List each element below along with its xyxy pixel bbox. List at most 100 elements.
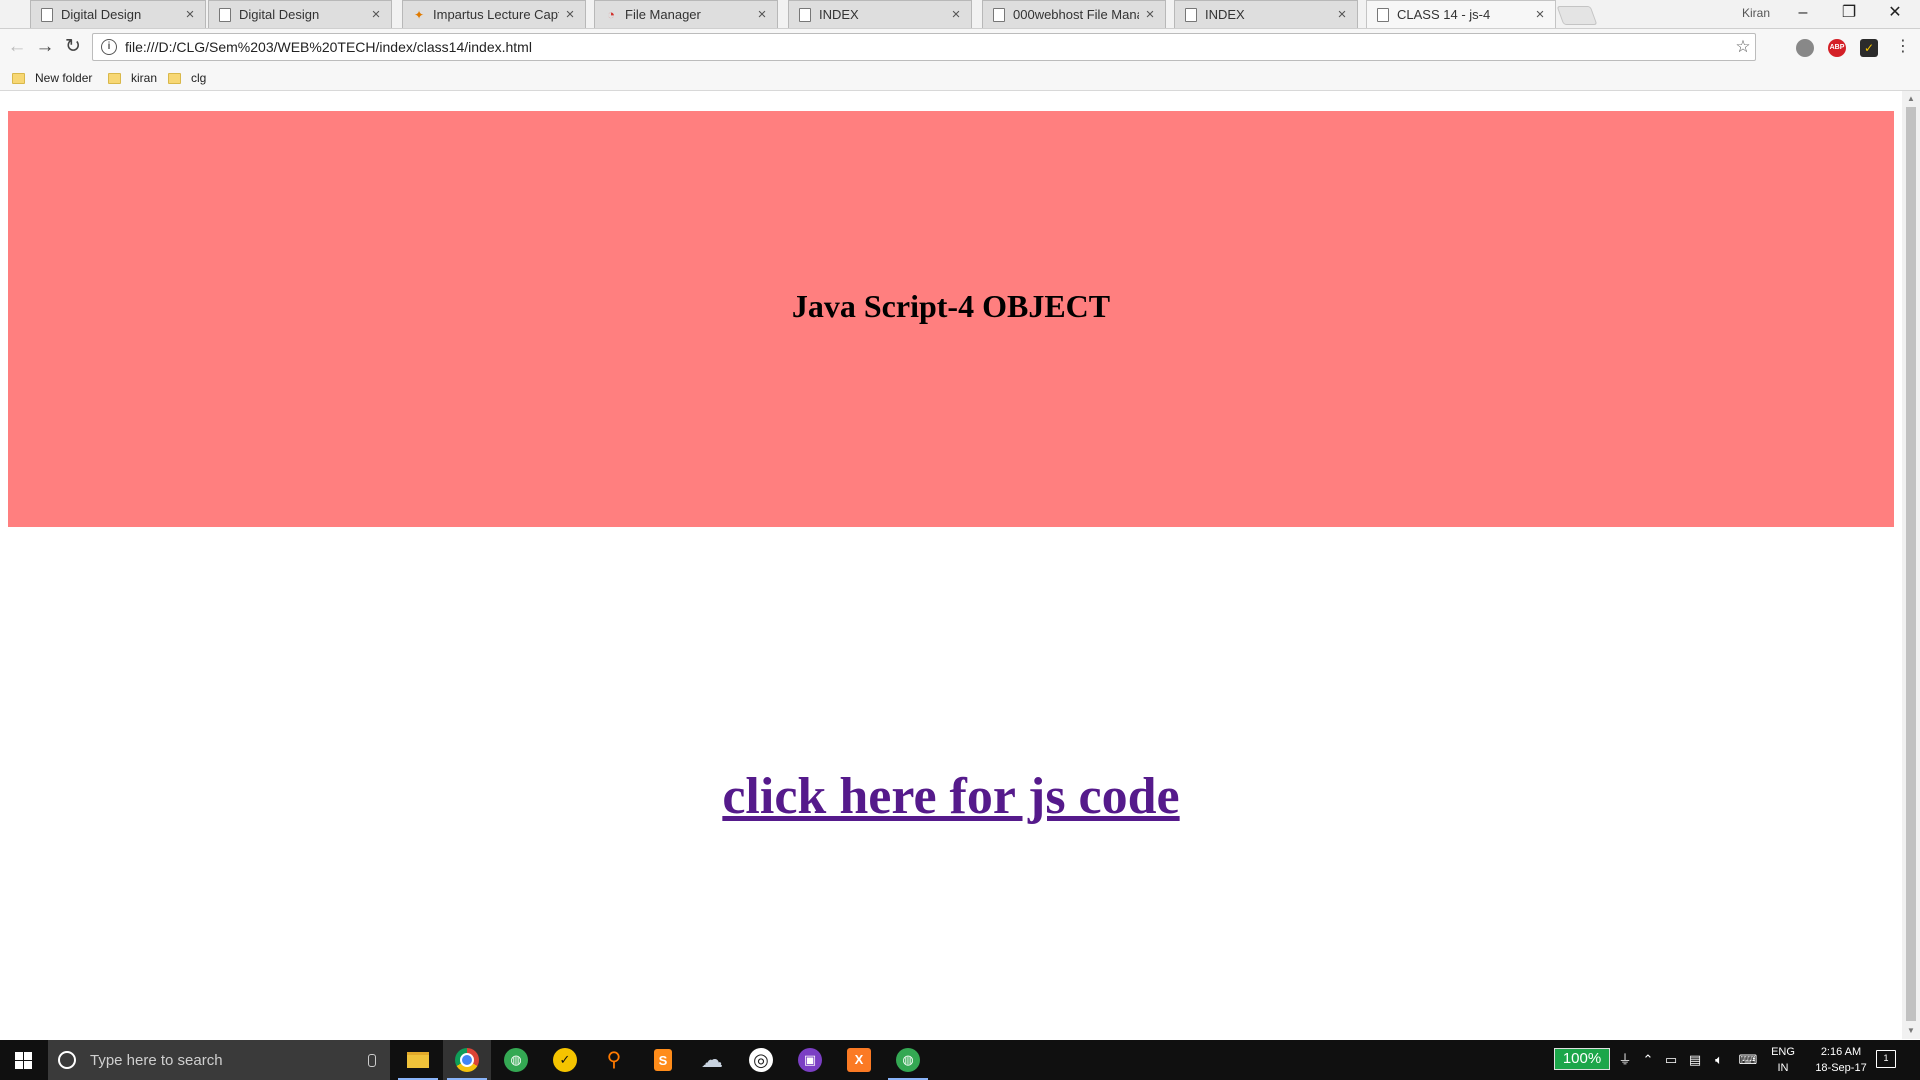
- bookmark-label: New folder: [35, 71, 93, 85]
- folder-icon: [108, 72, 121, 84]
- scroll-up-arrow-icon[interactable]: ▲: [1902, 91, 1920, 107]
- bookmark-star-icon[interactable]: ☆: [1731, 37, 1755, 57]
- xampp-icon[interactable]: X: [835, 1040, 883, 1080]
- close-tab-icon[interactable]: ×: [563, 6, 577, 23]
- menu-kebab-icon[interactable]: ⋮: [1890, 34, 1916, 60]
- target-app-icon[interactable]: ◎: [737, 1040, 785, 1080]
- magnifier-glyph: ⚲: [606, 1049, 622, 1071]
- keyboard-icon[interactable]: ⌨: [1734, 1040, 1762, 1080]
- globe-app-icon[interactable]: ◍: [492, 1040, 540, 1080]
- tab-title: 000webhost File Manager: [1013, 7, 1139, 22]
- page-icon: [41, 7, 53, 22]
- adblock-plus-icon[interactable]: ABP: [1828, 39, 1846, 57]
- magnifier-app-icon[interactable]: ⚲: [590, 1040, 638, 1080]
- tab-title: Impartus Lecture Capture: [433, 7, 559, 22]
- close-tab-icon[interactable]: ×: [1533, 6, 1547, 23]
- volume-icon[interactable]: 🔈︎: [1708, 1040, 1730, 1080]
- tab-title: INDEX: [819, 7, 859, 22]
- tab-title: Digital Design: [239, 7, 320, 22]
- microphone-icon[interactable]: [368, 1053, 376, 1067]
- tab-000webhost[interactable]: 000webhost File Manager ×: [982, 0, 1166, 28]
- close-tab-icon[interactable]: ×: [1143, 6, 1157, 23]
- close-tab-icon[interactable]: ×: [369, 6, 383, 23]
- start-button[interactable]: [0, 1040, 46, 1080]
- restore-button[interactable]: ❐: [1826, 0, 1872, 28]
- close-tab-icon[interactable]: ×: [183, 6, 197, 23]
- close-tab-icon[interactable]: ×: [755, 6, 769, 23]
- url-text[interactable]: file:///D:/CLG/Sem%203/WEB%20TECH/index/…: [125, 39, 1731, 55]
- page-icon: [1185, 7, 1197, 22]
- page-icon: [799, 7, 811, 22]
- bookmark-new-folder[interactable]: New folder: [12, 69, 92, 87]
- reload-icon[interactable]: ↻: [60, 34, 86, 60]
- scroll-down-arrow-icon[interactable]: ▼: [1902, 1023, 1920, 1039]
- tab-title: Digital Design: [61, 7, 142, 22]
- tab-index-2[interactable]: INDEX ×: [1174, 0, 1358, 28]
- battery-percent-badge[interactable]: 100%: [1554, 1048, 1610, 1070]
- sublime-glyph: S: [654, 1049, 672, 1071]
- language-indicator[interactable]: ENG IN: [1768, 1044, 1798, 1076]
- cloud-app-icon[interactable]: ☁: [688, 1040, 736, 1080]
- shield-extension-icon[interactable]: [1796, 39, 1814, 57]
- system-clock[interactable]: 2:16 AM 18-Sep-17: [1800, 1044, 1882, 1076]
- target-glyph: ◎: [749, 1048, 773, 1072]
- language-code: ENG: [1771, 1046, 1795, 1058]
- hero-banner: Java Script-4 OBJECT: [8, 111, 1894, 527]
- bookmark-label: kiran: [131, 71, 158, 85]
- xampp-glyph: X: [847, 1048, 871, 1072]
- tab-title: INDEX: [1205, 7, 1245, 22]
- notification-center-icon[interactable]: 1: [1876, 1050, 1896, 1068]
- folder-icon: [12, 72, 25, 84]
- scrollbar-thumb[interactable]: [1906, 107, 1916, 1021]
- clock-time: 2:16 AM: [1820, 1046, 1862, 1058]
- norton-icon[interactable]: ✓: [541, 1040, 589, 1080]
- chrome-logo: [455, 1048, 479, 1072]
- new-tab-button[interactable]: [1556, 6, 1598, 25]
- chevron-up-icon[interactable]: ⌃: [1638, 1040, 1658, 1080]
- battery-tray-icon[interactable]: ▭: [1660, 1040, 1682, 1080]
- bookmark-label: clg: [191, 71, 207, 85]
- sublime-icon[interactable]: S: [639, 1040, 687, 1080]
- folder-glyph: [407, 1052, 429, 1068]
- minimize-button[interactable]: –: [1780, 0, 1826, 28]
- globe-glyph: ◍: [896, 1048, 920, 1072]
- page-icon: [993, 7, 1005, 22]
- close-tab-icon[interactable]: ×: [1335, 6, 1349, 23]
- chrome-icon[interactable]: [443, 1040, 491, 1080]
- checkmark-extension-icon[interactable]: ✓: [1860, 39, 1878, 57]
- forward-icon[interactable]: →: [32, 34, 58, 60]
- browser-toolbar: ← → ↻ i file:///D:/CLG/Sem%203/WEB%20TEC…: [0, 28, 1920, 67]
- tab-file-manager[interactable]: ◔ File Manager ×: [594, 0, 778, 28]
- purple-glyph: ▣: [798, 1048, 822, 1072]
- globe-glyph: ◍: [504, 1048, 528, 1072]
- back-icon[interactable]: ←: [4, 34, 30, 60]
- impartus-icon: ✦: [413, 7, 425, 22]
- bookmarks-bar: New folder kiran clg: [0, 66, 1920, 91]
- close-window-button[interactable]: ✕: [1872, 0, 1918, 28]
- js-code-link[interactable]: click here for js code: [0, 767, 1902, 826]
- norton-glyph: ✓: [553, 1048, 577, 1072]
- purple-app-icon[interactable]: ▣: [786, 1040, 834, 1080]
- bookmark-kiran[interactable]: kiran: [108, 69, 157, 87]
- tab-class14-active[interactable]: CLASS 14 - js-4 ×: [1366, 0, 1556, 28]
- plug-icon[interactable]: ⏚: [1614, 1040, 1636, 1080]
- globe-app-2-icon[interactable]: ◍: [884, 1040, 932, 1080]
- page-scrollbar[interactable]: ▲ ▼: [1902, 91, 1920, 1039]
- clock-date: 18-Sep-17: [1815, 1062, 1867, 1074]
- address-bar[interactable]: i file:///D:/CLG/Sem%203/WEB%20TECH/inde…: [92, 33, 1756, 61]
- bookmark-clg[interactable]: clg: [168, 69, 206, 87]
- tab-digital-design-1[interactable]: Digital Design ×: [30, 0, 206, 28]
- page-icon: [219, 7, 231, 22]
- tab-impartus[interactable]: ✦ Impartus Lecture Capture ×: [402, 0, 586, 28]
- profile-name[interactable]: Kiran: [1742, 6, 1770, 20]
- page-viewport: Java Script-4 OBJECT click here for js c…: [0, 91, 1902, 1039]
- close-tab-icon[interactable]: ×: [949, 6, 963, 23]
- network-icon[interactable]: ▤: [1684, 1040, 1706, 1080]
- tab-digital-design-2[interactable]: Digital Design ×: [208, 0, 392, 28]
- tab-index-1[interactable]: INDEX ×: [788, 0, 972, 28]
- file-manager-icon: ◔: [607, 6, 615, 22]
- tab-strip: Digital Design × Digital Design × ✦ Impa…: [0, 0, 1920, 28]
- info-icon[interactable]: i: [101, 39, 117, 55]
- file-explorer-icon[interactable]: [394, 1040, 442, 1080]
- taskbar-search-box[interactable]: Type here to search: [48, 1040, 390, 1080]
